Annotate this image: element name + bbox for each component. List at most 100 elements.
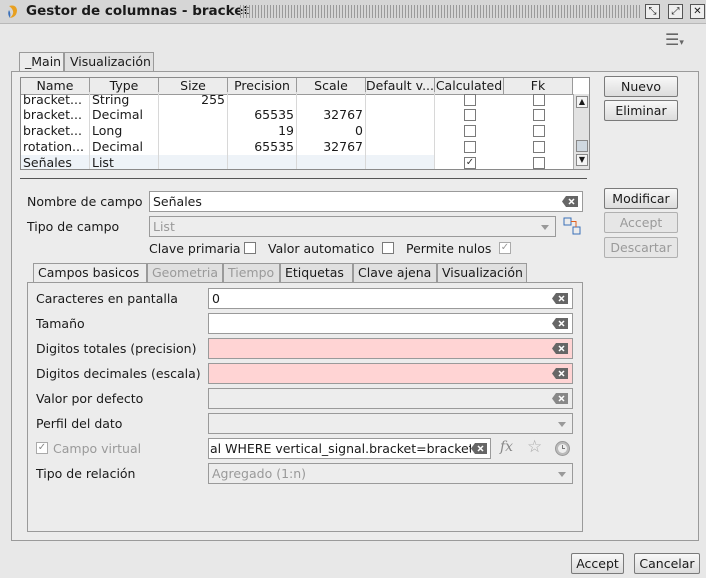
- grid-cell-name[interactable]: bracket...: [21, 107, 90, 123]
- grid-cell-default[interactable]: [366, 92, 435, 108]
- accept-side-button[interactable]: Accept: [604, 212, 678, 233]
- grid-cell-precision[interactable]: 65535: [228, 107, 297, 123]
- col-header-calculated[interactable]: Calculated: [435, 78, 504, 95]
- scroll-thumb[interactable]: [576, 140, 588, 152]
- maximize-icon[interactable]: ⤢: [668, 4, 683, 19]
- divider: [20, 178, 587, 179]
- grid-cell-scale[interactable]: 0: [297, 123, 366, 139]
- grid-cell-precision[interactable]: [228, 92, 297, 108]
- close-icon[interactable]: ✕: [690, 4, 705, 19]
- eliminar-button[interactable]: Eliminar: [604, 100, 678, 121]
- grid-cell-default[interactable]: [366, 155, 435, 169]
- grid-cell-name[interactable]: bracket...: [21, 92, 90, 108]
- valor-automatico-checkbox[interactable]: [382, 242, 394, 254]
- calculated-checkbox[interactable]: [464, 94, 476, 106]
- tab-etiquetas[interactable]: Etiquetas: [280, 263, 353, 282]
- tab-visualizacion[interactable]: Visualización: [64, 52, 154, 71]
- history-icon[interactable]: [554, 440, 571, 457]
- fk-checkbox[interactable]: [533, 125, 545, 137]
- star-icon[interactable]: ☆: [527, 437, 542, 457]
- grid-cell-type[interactable]: Decimal: [90, 139, 159, 155]
- perfil-select[interactable]: [208, 413, 573, 434]
- tab-tiempo[interactable]: Tiempo: [223, 263, 280, 282]
- field-type-config-icon[interactable]: [563, 217, 581, 235]
- clear-icon[interactable]: [562, 196, 578, 207]
- cancel-button[interactable]: Cancelar: [634, 553, 700, 574]
- tab-visualizacion-inner[interactable]: Visualización: [437, 263, 527, 282]
- descartar-button[interactable]: Descartar: [604, 237, 678, 258]
- clave-primaria-label: Clave primaria: [149, 241, 241, 256]
- grid-cell-default[interactable]: [366, 123, 435, 139]
- tamano-label: Tamaño: [36, 316, 85, 331]
- chevron-down-icon: [541, 225, 549, 230]
- tab-geometria[interactable]: Geometria: [147, 263, 223, 282]
- table-scrollbar[interactable]: ▲ ▼: [573, 94, 589, 169]
- menu-icon[interactable]: ☰▾: [665, 32, 684, 50]
- col-header-fk[interactable]: Fk: [504, 78, 573, 95]
- grid-cell-scale[interactable]: [297, 92, 366, 108]
- columns-table[interactable]: Name Type Size Precision Scale Default v…: [20, 77, 590, 170]
- calculated-checkbox[interactable]: [464, 109, 476, 121]
- clear-icon[interactable]: [552, 293, 568, 304]
- nombre-value: Señales: [153, 194, 202, 209]
- grid-cell-size[interactable]: [159, 155, 228, 169]
- nuevo-button[interactable]: Nuevo: [604, 76, 678, 97]
- grid-cell-type[interactable]: List: [90, 155, 159, 169]
- grid-cell-type[interactable]: Long: [90, 123, 159, 139]
- restore-icon[interactable]: ⤡: [645, 4, 660, 19]
- caracteres-field[interactable]: 0: [208, 288, 573, 309]
- calculated-checkbox[interactable]: [464, 141, 476, 153]
- fx-icon[interactable]: fx: [500, 439, 513, 455]
- digitos-totales-field[interactable]: [208, 338, 573, 359]
- grid-cell-size[interactable]: 255: [159, 92, 228, 108]
- tab-campos-basicos[interactable]: Campos basicos: [33, 263, 147, 283]
- campo-virtual-field[interactable]: al WHERE vertical_signal.bracket=bracket…: [208, 438, 491, 459]
- modificar-button[interactable]: Modificar: [604, 188, 678, 209]
- grid-cell-precision[interactable]: 19: [228, 123, 297, 139]
- fk-checkbox[interactable]: [533, 109, 545, 121]
- clear-icon[interactable]: [552, 343, 568, 354]
- grid-cell-precision[interactable]: [228, 155, 297, 169]
- grid-cell-scale[interactable]: 32767: [297, 107, 366, 123]
- grid-cell-size[interactable]: [159, 107, 228, 123]
- campo-virtual-label: Campo virtual: [53, 441, 142, 456]
- grid-cell-default[interactable]: [366, 139, 435, 155]
- clear-icon[interactable]: [552, 393, 568, 404]
- fk-checkbox[interactable]: [533, 94, 545, 106]
- digitos-decimales-field[interactable]: [208, 363, 573, 384]
- permite-nulos-checkbox[interactable]: ✓: [499, 242, 511, 254]
- grid-cell-scale[interactable]: 32767: [297, 139, 366, 155]
- nombre-field[interactable]: Señales: [149, 191, 583, 212]
- grid-cell-precision[interactable]: 65535: [228, 139, 297, 155]
- valor-defecto-field[interactable]: [208, 388, 573, 409]
- tab-clave-ajena[interactable]: Clave ajena: [353, 263, 437, 282]
- chevron-down-icon: [558, 422, 566, 427]
- fk-checkbox[interactable]: [533, 141, 545, 153]
- scroll-up-icon[interactable]: ▲: [576, 96, 588, 108]
- grid-cell-name[interactable]: bracket...: [21, 123, 90, 139]
- calculated-checkbox[interactable]: [464, 125, 476, 137]
- tipo-select[interactable]: List: [149, 216, 556, 237]
- grid-cell-size[interactable]: [159, 139, 228, 155]
- clear-icon[interactable]: [552, 368, 568, 379]
- scroll-down-icon[interactable]: ▼: [576, 154, 588, 166]
- tab-main[interactable]: _Main: [19, 52, 64, 72]
- fk-checkbox[interactable]: [533, 157, 545, 169]
- grid-cell-type[interactable]: String: [90, 92, 159, 108]
- grid-cell-default[interactable]: [366, 107, 435, 123]
- calculated-checkbox[interactable]: ✓: [464, 157, 476, 169]
- campo-virtual-checkbox[interactable]: ✓: [36, 442, 48, 454]
- grid-cell-name[interactable]: rotation...: [21, 139, 90, 155]
- clear-icon[interactable]: [552, 318, 568, 329]
- digitos-decimales-label: Digitos decimales (escala): [36, 366, 201, 381]
- tipo-relacion-select[interactable]: Agregado (1:n): [208, 463, 573, 484]
- tamano-field[interactable]: [208, 313, 573, 334]
- chevron-down-icon: [558, 472, 566, 477]
- grid-cell-size[interactable]: [159, 123, 228, 139]
- clear-icon[interactable]: [471, 443, 487, 454]
- grid-cell-scale[interactable]: [297, 155, 366, 169]
- grid-cell-name[interactable]: Señales: [21, 155, 90, 169]
- clave-primaria-checkbox[interactable]: [244, 242, 256, 254]
- accept-button[interactable]: Accept: [571, 553, 624, 574]
- grid-cell-type[interactable]: Decimal: [90, 107, 159, 123]
